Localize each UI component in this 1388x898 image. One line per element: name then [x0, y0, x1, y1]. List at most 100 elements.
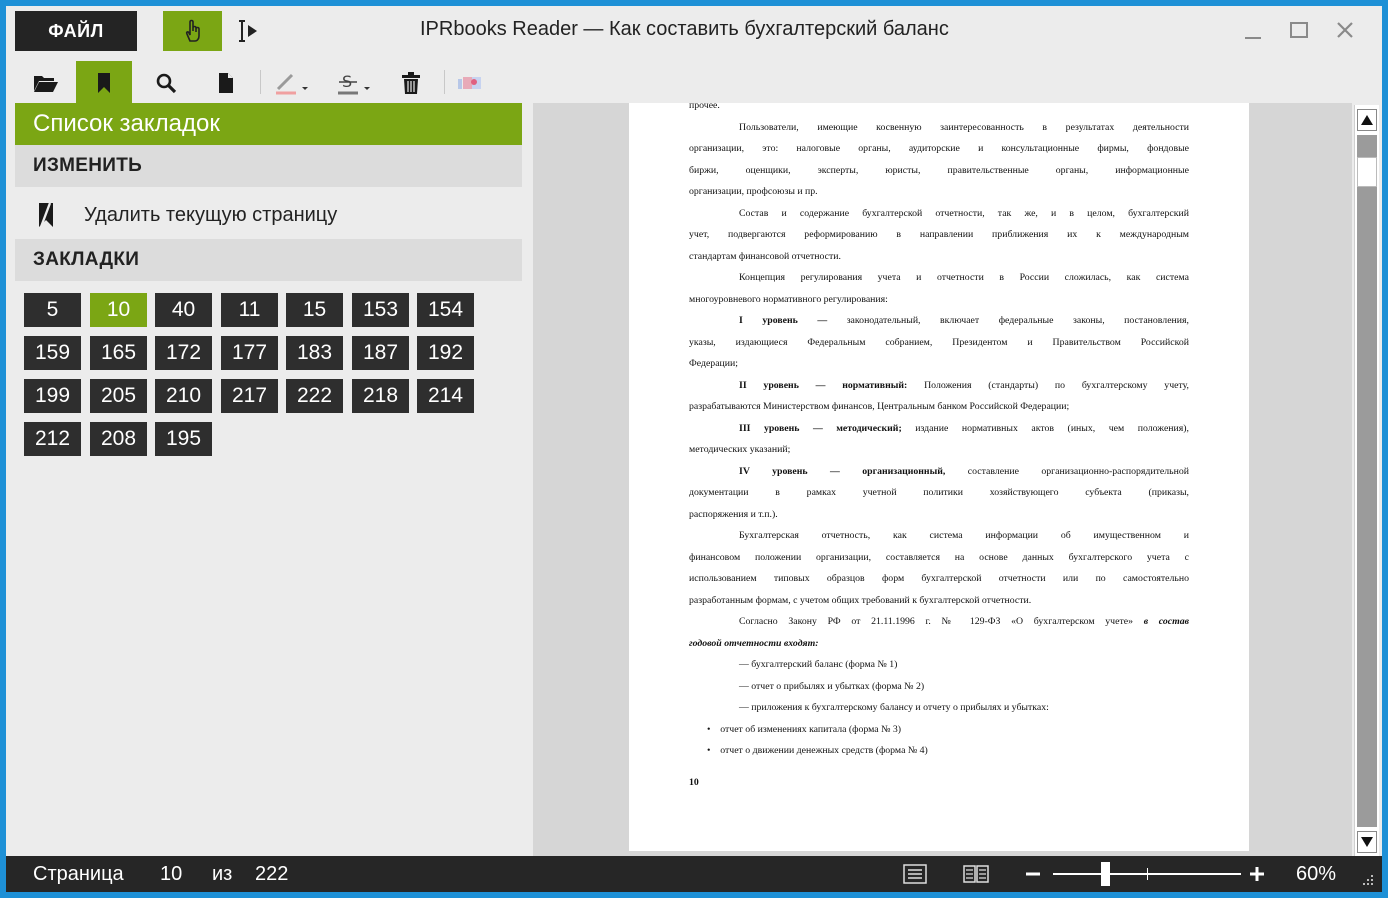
single-page-view-icon[interactable] — [903, 864, 927, 884]
strikethrough-icon: S — [338, 72, 370, 95]
page-line: указы, издающиеся Федеральным собранием,… — [689, 336, 1189, 348]
toolbar-separator — [260, 70, 261, 94]
bookmark-page-205[interactable]: 205 — [90, 379, 147, 413]
bookmark-page-212[interactable]: 212 — [24, 422, 81, 456]
page-line: IV уровень — организационный, составлени… — [689, 461, 1189, 483]
bookmark-page-195[interactable]: 195 — [155, 422, 212, 456]
scroll-up-button[interactable] — [1357, 109, 1377, 131]
file-menu-button[interactable]: ФАЙЛ — [15, 11, 137, 51]
level-1-text: законодательный, включает федеральные за… — [846, 315, 1189, 326]
bookmark-page-214[interactable]: 214 — [417, 379, 474, 413]
trash-icon — [402, 72, 420, 94]
page-line: методических указаний; — [689, 444, 791, 455]
page-line: документации в рамках учетной политики х… — [689, 487, 1189, 498]
bullet-text: отчет о движении денежных средств (форма… — [720, 745, 928, 756]
bookmark-page-217[interactable]: 217 — [221, 379, 278, 413]
bookmarks-section-header: ЗАКЛАДКИ — [15, 239, 522, 281]
zoom-in-icon[interactable] — [1249, 866, 1265, 882]
bookmark-page-165[interactable]: 165 — [90, 336, 147, 370]
bookmark-page-210[interactable]: 210 — [155, 379, 212, 413]
page-line: использованием типовых образцов форм бух… — [689, 573, 1189, 584]
bookmark-page-11[interactable]: 11 — [221, 293, 278, 327]
text-select-tool-button[interactable] — [231, 11, 271, 51]
page-line: Состав и содержание бухгалтерской отчетн… — [739, 207, 1189, 219]
scroll-thumb[interactable] — [1357, 157, 1377, 187]
bullet-icon: • — [707, 745, 721, 756]
page-line: Согласно Закону РФ от 21.11.1996 г. № 12… — [689, 611, 1189, 633]
edit-section-header: ИЗМЕНИТЬ — [15, 145, 522, 187]
bookmark-page-153[interactable]: 153 — [352, 293, 409, 327]
strikethrough-tool-button[interactable]: S — [326, 61, 382, 105]
scroll-down-button[interactable] — [1357, 831, 1377, 853]
zoom-out-icon[interactable] — [1025, 868, 1041, 880]
bookmarks-button[interactable] — [76, 61, 132, 105]
bookmark-icon — [98, 73, 110, 93]
page-line: III уровень — методический; издание норм… — [689, 418, 1189, 440]
title-bar: ФАЙЛ IPRbooks Reader — Как составить бух… — [6, 6, 1382, 52]
bookmark-page-187[interactable]: 187 — [352, 336, 409, 370]
page-line: организации, профсоюзы и пр. — [689, 186, 818, 197]
bookmark-page-177[interactable]: 177 — [221, 336, 278, 370]
page-number: 10 — [689, 776, 699, 788]
delete-current-page-bookmark[interactable]: Удалить текущую страницу — [15, 194, 522, 236]
level-3-text: издание нормативных актов (иных, чем пол… — [915, 422, 1189, 434]
bullet-text: отчет об изменениях капитала (форма № 3) — [720, 723, 902, 735]
resize-grip-icon[interactable] — [1360, 872, 1376, 888]
bookmark-page-183[interactable]: 183 — [286, 336, 343, 370]
zoom-slider-tick — [1147, 868, 1148, 880]
open-button[interactable] — [18, 61, 74, 105]
vertical-scrollbar[interactable] — [1354, 105, 1379, 856]
bookmark-page-199[interactable]: 199 — [24, 379, 81, 413]
page-line: организации, это: налоговые органы, ауди… — [689, 143, 1189, 154]
window-title: IPRbooks Reader — Как составить бухгалте… — [420, 18, 949, 40]
page-button[interactable] — [198, 61, 254, 105]
scroll-track[interactable] — [1357, 135, 1377, 827]
page-line: Федерации; — [689, 358, 738, 369]
bookmark-page-15[interactable]: 15 — [286, 293, 343, 327]
page-line: финансовом положении организации, состав… — [689, 551, 1189, 563]
text-cursor-icon — [239, 20, 257, 42]
level-2-text: Положения (стандарты) по бухгалтерскому … — [924, 379, 1189, 391]
search-icon — [156, 73, 177, 94]
color-picker-button[interactable] — [444, 61, 500, 105]
bookmark-page-172[interactable]: 172 — [155, 336, 212, 370]
law-reference: Согласно Закону РФ от 21.11.1996 г. № 12… — [739, 616, 1133, 627]
panel-title: Список закладок — [15, 103, 522, 145]
page-line: — отчет о прибылях и убытках (форма № 2) — [739, 680, 925, 692]
maximize-button[interactable] — [1284, 15, 1314, 45]
status-bar: Страница 10 из 222 60% — [6, 856, 1382, 892]
zoom-slider-thumb[interactable] — [1101, 862, 1110, 886]
bookmark-page-218[interactable]: 218 — [352, 379, 409, 413]
level-4-label: IV уровень — организационный, — [739, 465, 946, 477]
two-page-view-icon[interactable] — [963, 864, 989, 884]
search-button[interactable] — [138, 61, 194, 105]
page-bullet-line: • отчет об изменениях капитала (форма № … — [689, 719, 1189, 741]
highlight-tool-button[interactable] — [264, 61, 320, 105]
bookmark-page-5[interactable]: 5 — [24, 293, 81, 327]
hand-tool-button[interactable] — [163, 11, 222, 51]
page-line: прочее. — [689, 103, 720, 111]
bookmark-page-222[interactable]: 222 — [286, 379, 343, 413]
document-viewport[interactable]: прочее. Пользователи, имеющие косвенную … — [533, 103, 1352, 856]
bookmark-page-10[interactable]: 10 — [90, 293, 147, 327]
page-line: Концепция регулирования учета и отчетнос… — [739, 272, 1189, 283]
close-button[interactable] — [1330, 15, 1360, 45]
page-line: Бухгалтерская отчетность, как система ин… — [739, 530, 1189, 541]
current-page-field[interactable]: 10 — [160, 856, 182, 892]
bookmark-page-208[interactable]: 208 — [90, 422, 147, 456]
page-line: биржи, оценщики, эксперты, юристы, прави… — [689, 164, 1189, 176]
page-line: Пользователи, имеющие косвенную заинтере… — [739, 121, 1189, 133]
bookmark-page-154[interactable]: 154 — [417, 293, 474, 327]
bookmark-page-159[interactable]: 159 — [24, 336, 81, 370]
minimize-button[interactable] — [1238, 15, 1268, 45]
close-icon — [1337, 22, 1353, 38]
bookmark-page-40[interactable]: 40 — [155, 293, 212, 327]
page-line: разработанным формам, с учетом общих тре… — [689, 594, 1032, 606]
bookmark-page-192[interactable]: 192 — [417, 336, 474, 370]
document-page: прочее. Пользователи, имеющие косвенную … — [629, 103, 1249, 851]
minimize-icon — [1245, 37, 1261, 39]
delete-annotation-button[interactable] — [383, 61, 439, 105]
level-2-label: II уровень — нормативный: — [739, 379, 908, 391]
page-line: учет, подвергаются реформированию в напр… — [689, 229, 1189, 240]
delete-current-page-label: Удалить текущую страницу — [84, 204, 338, 226]
